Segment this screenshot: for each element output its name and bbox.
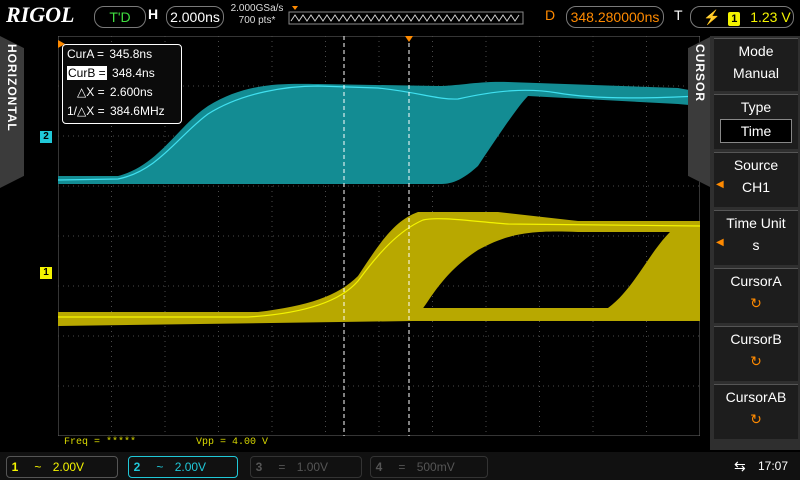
mode-title: Mode bbox=[738, 43, 774, 59]
channel-4-coupling: = bbox=[398, 460, 406, 474]
time-unit-menu-item[interactable]: Time Unit ◀ s bbox=[714, 210, 798, 265]
inverse-delta-x-value: 384.6MHz bbox=[109, 104, 165, 118]
channel-2-coupling: ~ bbox=[156, 460, 164, 474]
source-value-row: ◀ CH1 bbox=[714, 179, 798, 195]
frequency-measurement: Freq = ***** bbox=[64, 437, 137, 448]
cursor-a-label: CurA = bbox=[67, 47, 105, 61]
trigger-settings[interactable]: ⚡ 1 1.23 V bbox=[690, 6, 794, 28]
rotate-knob-icon: ↻ bbox=[750, 295, 762, 311]
measurement-bar: Freq = ***** Vpp = 4.00 V bbox=[58, 436, 700, 450]
trigger-label: T bbox=[674, 7, 683, 23]
vpp-measurement: Vpp = 4.00 V bbox=[196, 437, 269, 448]
memory-points: 700 pts* bbox=[238, 15, 276, 26]
horizontal-tab-label: HORIZONTAL bbox=[5, 44, 19, 132]
channel-2-number: 2 bbox=[133, 460, 141, 474]
channel-1-scale: 2.00V bbox=[52, 460, 85, 474]
channel-1-coupling: ~ bbox=[34, 460, 42, 474]
ch2-marker[interactable]: 2 bbox=[40, 131, 52, 143]
source-title: Source bbox=[733, 157, 779, 173]
horizontal-label: H bbox=[148, 6, 159, 22]
memory-depth-indicator bbox=[288, 6, 524, 25]
run-state-badge[interactable]: T'D bbox=[94, 6, 146, 28]
type-menu-item[interactable]: Type Time bbox=[714, 94, 798, 149]
cursor-ab-title: CursorAB bbox=[725, 389, 787, 405]
rising-edge-icon: ⚡ bbox=[703, 9, 721, 25]
delta-x-value: 2.600ns bbox=[109, 85, 153, 99]
delay-label: D bbox=[545, 7, 556, 23]
cursor-a-value: 345.8ns bbox=[109, 47, 153, 61]
trigger-source-badge: 1 bbox=[728, 12, 741, 26]
clock-time: 17:07 bbox=[758, 459, 789, 473]
cursor-tab-label: CURSOR bbox=[693, 44, 707, 103]
trigger-level: 1.23 V bbox=[750, 9, 791, 25]
channel-4-scale: 500mV bbox=[416, 460, 455, 474]
timebase-value[interactable]: 2.000ns bbox=[166, 6, 224, 28]
inverse-delta-x-label: 1/△X = bbox=[67, 104, 105, 118]
source-value: CH1 bbox=[741, 179, 770, 195]
channel-status-bar: 1 ~ 2.00V 2 ~ 2.00V 3 = 1.00V 4 = 500mV … bbox=[0, 452, 800, 480]
time-unit-value-row: ◀ s bbox=[714, 237, 798, 253]
cursor-readout-box: CurA = 345.8ns CurB = 348.4ns △X = 2.600… bbox=[62, 44, 182, 124]
cursor-b-menu-item[interactable]: CursorB ↻ bbox=[714, 326, 798, 381]
time-unit-value: s bbox=[752, 237, 760, 253]
usb-icon: ⇆ bbox=[734, 458, 746, 474]
sample-rate: 2.000GSa/s bbox=[230, 3, 284, 14]
mode-menu-item[interactable]: Mode Manual bbox=[714, 38, 798, 91]
mode-value: Manual bbox=[733, 65, 779, 81]
source-menu-item[interactable]: Source ◀ CH1 bbox=[714, 152, 798, 207]
channel-4-status[interactable]: 4 = 500mV bbox=[370, 456, 488, 478]
cursor-b-value: 348.4ns bbox=[112, 66, 155, 80]
channel-4-number: 4 bbox=[375, 460, 383, 474]
horizontal-side-tab[interactable]: HORIZONTAL bbox=[0, 36, 24, 188]
rotate-knob-icon: ↻ bbox=[750, 353, 762, 369]
cursor-b-title: CursorB bbox=[730, 331, 782, 347]
channel-3-number: 3 bbox=[255, 460, 263, 474]
channel-3-scale: 1.00V bbox=[296, 460, 329, 474]
channel-2-status[interactable]: 2 ~ 2.00V bbox=[128, 456, 238, 478]
channel-3-status[interactable]: 3 = 1.00V bbox=[250, 456, 362, 478]
chevron-left-icon: ◀ bbox=[716, 179, 724, 190]
time-unit-title: Time Unit bbox=[726, 215, 786, 231]
channel-1-status[interactable]: 1 ~ 2.00V bbox=[6, 456, 118, 478]
rotate-knob-icon: ↻ bbox=[750, 411, 762, 427]
top-status-bar: RIGOL T'D H 2.000ns 2.000GSa/s 700 pts* … bbox=[0, 0, 800, 32]
delay-value[interactable]: 348.280000ns bbox=[566, 6, 664, 28]
channel-3-coupling: = bbox=[278, 460, 286, 474]
type-title: Type bbox=[740, 99, 772, 115]
cursor-ab-menu-item[interactable]: CursorAB ↻ bbox=[714, 384, 798, 439]
channel-1-number: 1 bbox=[11, 460, 19, 474]
cursor-b-label: CurB = bbox=[67, 66, 107, 80]
brand-logo: RIGOL bbox=[6, 2, 75, 27]
type-value: Time bbox=[720, 119, 792, 143]
chevron-left-icon: ◀ bbox=[716, 237, 724, 248]
cursor-a-title: CursorA bbox=[730, 273, 782, 289]
delta-x-label: △X = bbox=[77, 85, 105, 99]
ch1-marker[interactable]: 1 bbox=[40, 267, 52, 279]
cursor-menu-tab[interactable]: CURSOR bbox=[688, 36, 712, 188]
channel-2-scale: 2.00V bbox=[174, 460, 207, 474]
cursor-a-menu-item[interactable]: CursorA ↻ bbox=[714, 268, 798, 323]
sample-info: 2.000GSa/s 700 pts* bbox=[228, 3, 286, 27]
